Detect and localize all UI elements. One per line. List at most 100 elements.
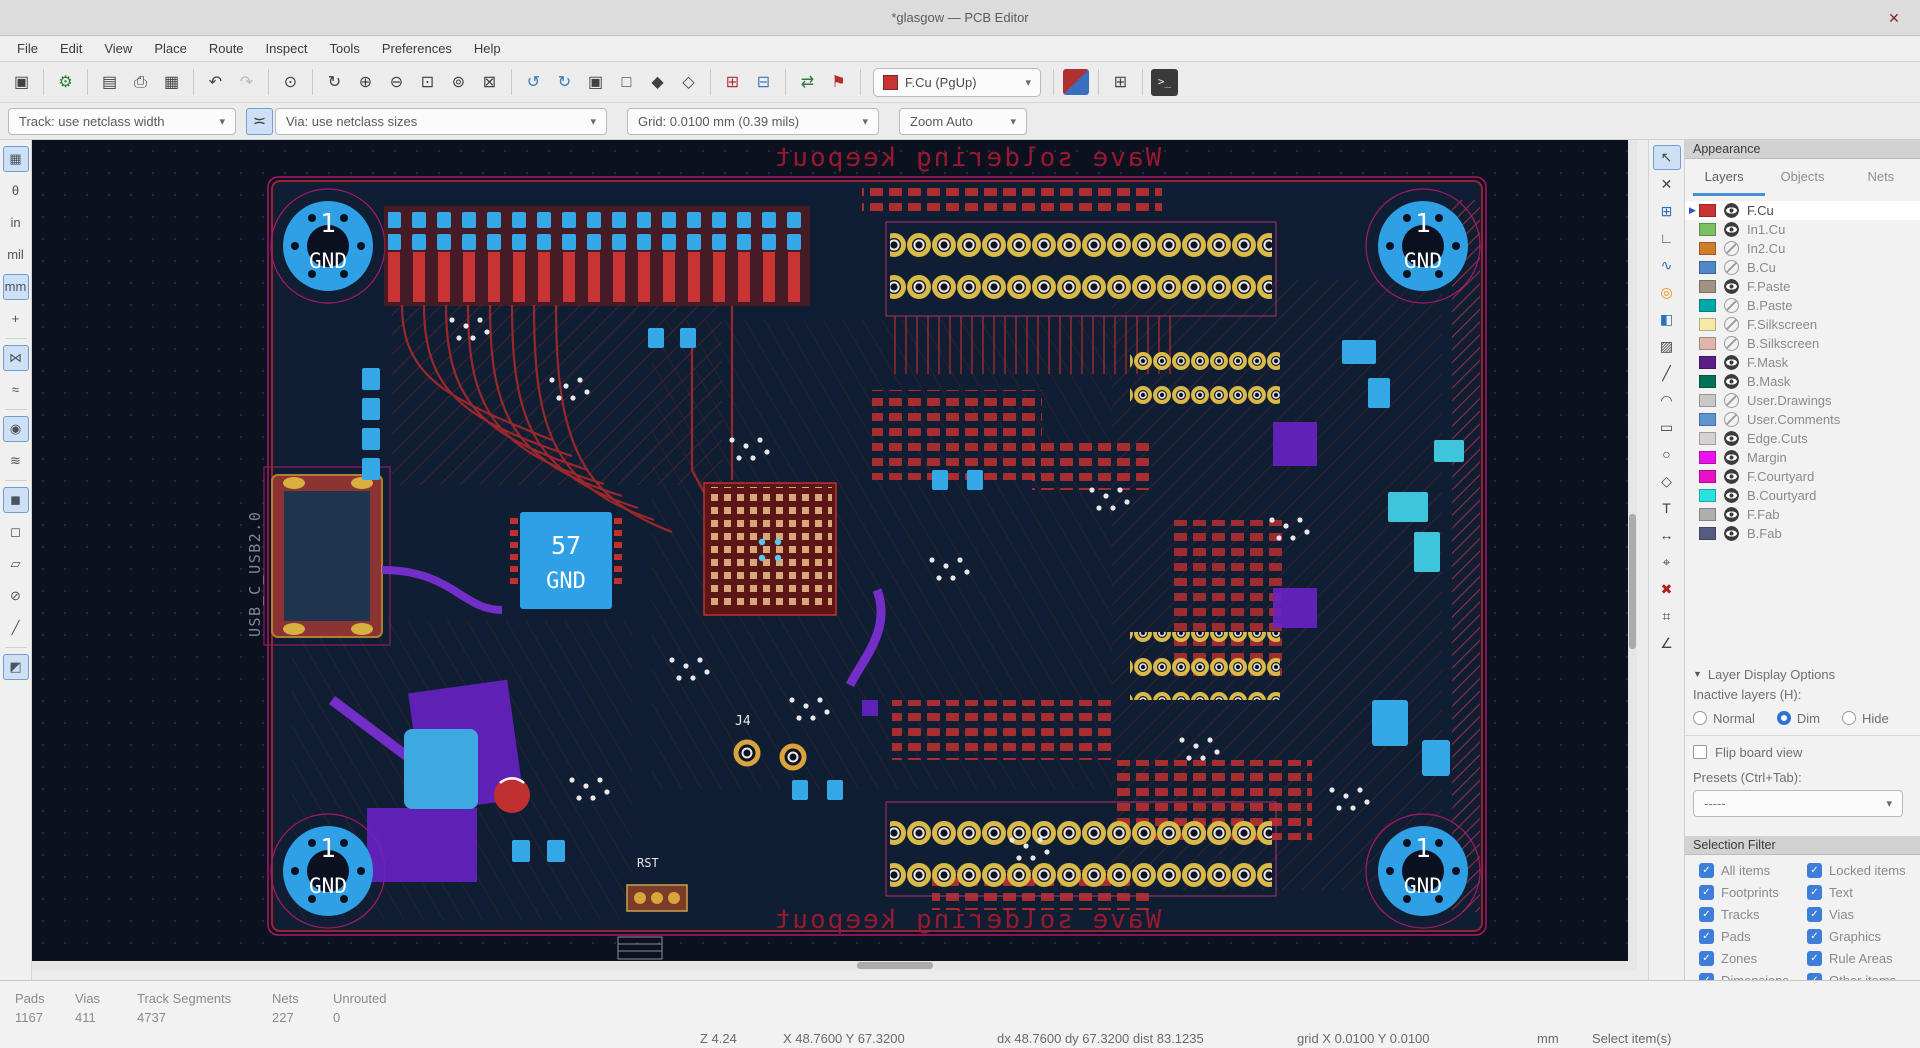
polar-coords-icon[interactable]: θ xyxy=(3,178,29,204)
filter-all-items[interactable]: ✓ All items xyxy=(1699,863,1807,878)
layer-row-edgecuts[interactable]: Edge.Cuts xyxy=(1685,429,1920,448)
cursor-shape-icon[interactable]: + xyxy=(3,306,29,332)
layer-row-fmask[interactable]: F.Mask xyxy=(1685,353,1920,372)
group-icon[interactable]: ▣ xyxy=(582,69,609,96)
visibility-eye-icon[interactable] xyxy=(1724,374,1739,389)
refresh-icon[interactable]: ↻ xyxy=(321,69,348,96)
filter-tracks[interactable]: ✓ Tracks xyxy=(1699,907,1807,922)
filter-zones[interactable]: ✓ Zones xyxy=(1699,951,1807,966)
checkbox-icon[interactable]: ✓ xyxy=(1807,907,1822,922)
delete-tool-icon[interactable]: ✖ xyxy=(1653,577,1681,602)
layer-display-options-header[interactable]: ▼ Layer Display Options xyxy=(1693,663,1920,685)
filter-pads[interactable]: ✓ Pads xyxy=(1699,929,1807,944)
layer-row-ffab[interactable]: F.Fab xyxy=(1685,505,1920,524)
filter-rule-areas[interactable]: ✓ Rule Areas xyxy=(1807,951,1915,966)
checkbox-icon[interactable]: ✓ xyxy=(1807,885,1822,900)
save-icon[interactable]: ▣ xyxy=(8,69,35,96)
zone-fill-icon[interactable]: ◼ xyxy=(2,487,29,513)
checkbox-icon[interactable] xyxy=(1693,745,1707,759)
filter-graphics[interactable]: ✓ Graphics xyxy=(1807,929,1915,944)
add-rule-area-icon[interactable]: ▨ xyxy=(1653,334,1681,359)
place-footprint-icon[interactable]: ⊞ xyxy=(1653,199,1681,224)
menu-help[interactable]: Help xyxy=(463,36,512,62)
visibility-eye-icon[interactable] xyxy=(1724,355,1739,370)
radio-icon[interactable] xyxy=(1693,711,1707,725)
footprint-lock-icon[interactable]: ⊞ xyxy=(719,69,746,96)
pcb-canvas[interactable]: Wave soldering keepout Wave soldering ke… xyxy=(32,140,1637,970)
zoom-selection-icon[interactable]: ⊠ xyxy=(476,69,503,96)
menu-preferences[interactable]: Preferences xyxy=(371,36,463,62)
track-width-dropdown[interactable]: Track: use netclass width ▾ xyxy=(8,107,236,135)
units-mm-icon[interactable]: mm xyxy=(2,274,29,300)
rotate-ccw-icon[interactable]: ↺ xyxy=(520,69,547,96)
layer-row-usercomments[interactable]: User.Comments xyxy=(1685,410,1920,429)
layer-row-bsilk[interactable]: B.Silkscreen xyxy=(1685,334,1920,353)
visibility-eye-icon[interactable] xyxy=(1724,336,1739,351)
visibility-eye-icon[interactable] xyxy=(1724,488,1739,503)
zoom-dropdown[interactable]: Zoom Auto ▾ xyxy=(899,107,1027,135)
add-dimension-icon[interactable]: ↔ xyxy=(1653,523,1681,548)
layer-color-swatch[interactable] xyxy=(1699,413,1716,426)
checkbox-icon[interactable]: ✓ xyxy=(1807,929,1822,944)
visibility-eye-icon[interactable] xyxy=(1724,469,1739,484)
checkbox-icon[interactable]: ✓ xyxy=(1699,907,1714,922)
scripting-console-icon[interactable]: >_ xyxy=(1151,68,1178,96)
net-colors-icon[interactable]: ≋ xyxy=(3,448,29,474)
draw-rectangle-icon[interactable]: ▭ xyxy=(1653,415,1681,440)
filter-locked-items[interactable]: ✓ Locked items xyxy=(1807,863,1915,878)
layer-row-userdrawings[interactable]: User.Drawings xyxy=(1685,391,1920,410)
radio-normal[interactable]: Normal xyxy=(1693,711,1755,726)
show-ratsnest-icon[interactable]: ⋈ xyxy=(2,345,29,371)
filter-text[interactable]: ✓ Text xyxy=(1807,885,1915,900)
layer-color-swatch[interactable] xyxy=(1699,432,1716,445)
toggle-grid-icon[interactable]: ▦ xyxy=(2,146,29,172)
visibility-eye-icon[interactable] xyxy=(1724,241,1739,256)
route-tracks-icon[interactable]: ∟ xyxy=(1653,226,1681,251)
print-icon[interactable]: ⎙ xyxy=(127,69,154,96)
checkbox-icon[interactable]: ✓ xyxy=(1699,951,1714,966)
units-inches-icon[interactable]: in xyxy=(3,210,29,236)
visibility-eye-icon[interactable] xyxy=(1724,526,1739,541)
layer-color-swatch[interactable] xyxy=(1699,242,1716,255)
zone-outline-icon[interactable]: ◻ xyxy=(3,519,29,545)
radio-icon[interactable] xyxy=(1842,711,1857,725)
add-zone-icon[interactable]: ◧ xyxy=(1653,307,1681,332)
draw-line-icon[interactable]: ╱ xyxy=(1653,361,1681,386)
route-diff-pairs-icon[interactable]: ∿ xyxy=(1653,253,1681,278)
tracks-sketch-icon[interactable]: ╱ xyxy=(3,615,29,641)
zoom-fit-icon[interactable]: ⊡ xyxy=(414,69,441,96)
highlight-nets-icon[interactable]: ◉ xyxy=(2,416,29,442)
layer-color-swatch[interactable] xyxy=(1699,280,1716,293)
layer-color-swatch[interactable] xyxy=(1699,394,1716,407)
via-size-dropdown[interactable]: Via: use netclass sizes ▾ xyxy=(275,107,607,135)
layer-row-fcourtyard[interactable]: F.Courtyard xyxy=(1685,467,1920,486)
menu-inspect[interactable]: Inspect xyxy=(255,36,319,62)
footprint-properties-icon[interactable]: ⊞ xyxy=(1107,69,1134,96)
draw-polygon-icon[interactable]: ◇ xyxy=(1653,469,1681,494)
footprint-filter-icon[interactable]: ⊟ xyxy=(750,69,777,96)
layer-pair-icon[interactable] xyxy=(1063,69,1089,95)
grid-dropdown[interactable]: Grid: 0.0100 mm (0.39 mils) ▾ xyxy=(627,107,879,135)
checkbox-icon[interactable]: ✓ xyxy=(1807,863,1822,878)
collapse-arrow-icon[interactable]: ▼ xyxy=(1693,669,1702,679)
menu-place[interactable]: Place xyxy=(143,36,198,62)
visibility-eye-icon[interactable] xyxy=(1724,412,1739,427)
zoom-objects-icon[interactable]: ⊚ xyxy=(445,69,472,96)
high-contrast-icon[interactable]: ◩ xyxy=(2,654,29,680)
layer-color-swatch[interactable] xyxy=(1699,261,1716,274)
menu-tools[interactable]: Tools xyxy=(318,36,370,62)
visibility-eye-icon[interactable] xyxy=(1724,317,1739,332)
pads-sketch-icon[interactable]: ▱ xyxy=(3,551,29,577)
tab-objects[interactable]: Objects xyxy=(1763,169,1841,184)
zoom-out-icon[interactable]: ⊖ xyxy=(383,69,410,96)
visibility-eye-icon[interactable] xyxy=(1724,260,1739,275)
zoom-in-icon[interactable]: ⊕ xyxy=(352,69,379,96)
measure-tool-icon[interactable]: ∠ xyxy=(1653,631,1681,656)
curved-ratsnest-icon[interactable]: ≈ xyxy=(3,377,29,403)
visibility-eye-icon[interactable] xyxy=(1724,279,1739,294)
undo-icon[interactable]: ↶ xyxy=(202,69,229,96)
layer-row-bcourtyard[interactable]: B.Courtyard xyxy=(1685,486,1920,505)
layer-row-bcu[interactable]: B.Cu xyxy=(1685,258,1920,277)
layer-color-swatch[interactable] xyxy=(1699,451,1716,464)
drc-icon[interactable]: ⚑ xyxy=(825,69,852,96)
